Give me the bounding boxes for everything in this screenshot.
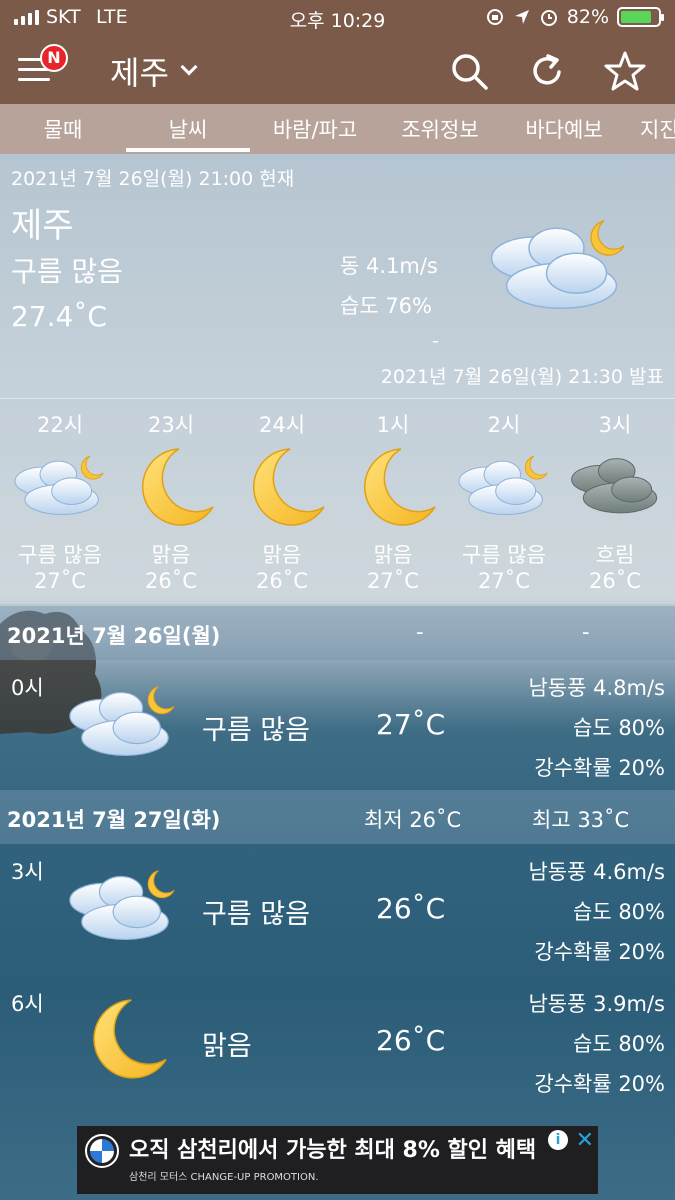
tab-tide[interactable]: 물때 [18, 114, 108, 144]
day-header: 2021년 7월 27일(화) 최저 26˚C 최고 33˚C [0, 790, 675, 844]
notification-badge[interactable]: N [40, 44, 68, 72]
current-datetime: 2021년 7월 26일(월) 21:00 현재 [11, 168, 295, 190]
hourly-temp: 27˚C [367, 569, 419, 593]
cloudy-night-icon [484, 212, 634, 322]
cloudy-night-icon [64, 864, 182, 950]
day-low: - [416, 620, 424, 644]
city-title: 제주 [110, 54, 169, 92]
current-wind: 동 4.1m/s [340, 254, 438, 278]
row-humidity: 습도 80% [573, 1032, 665, 1056]
app-header: N 제주 [0, 36, 675, 104]
row-precip: 강수확률 20% [534, 940, 665, 964]
tab-weather[interactable]: 날씨 [126, 114, 250, 144]
day-high: 최고 33˚C [532, 808, 630, 832]
hourly-hour: 23시 [147, 413, 195, 437]
row-humidity: 습도 80% [573, 716, 665, 740]
battery-icon [617, 7, 664, 27]
row-temp: 26˚C [376, 892, 446, 925]
ad-subtext: 삼천리 모터스 CHANGE-UP PROMOTION. [129, 1172, 319, 1183]
star-icon[interactable] [604, 50, 646, 92]
tab-bar: 물때 날씨 바람/파고 조위정보 바다예보 지진 [0, 104, 675, 154]
row-hour: 0시 [11, 676, 44, 700]
row-wind: 남동풍 3.9m/s [528, 992, 665, 1016]
row-condition: 맑음 [202, 1031, 252, 1062]
row-temp: 27˚C [376, 708, 446, 741]
brand-logo-icon [85, 1134, 119, 1168]
row-humidity: 습도 80% [573, 900, 665, 924]
hourly-hour: 24시 [258, 413, 306, 437]
day-date: 2021년 7월 27일(화) [7, 808, 221, 832]
tab-sea-forecast[interactable]: 바다예보 [514, 114, 614, 144]
search-icon[interactable] [448, 50, 490, 92]
row-condition: 구름 많음 [202, 899, 310, 930]
chevron-down-icon [180, 58, 198, 76]
tab-tide-info[interactable]: 조위정보 [390, 114, 490, 144]
row-precip: 강수확률 20% [534, 1072, 665, 1096]
hourly-temp: 27˚C [34, 569, 86, 593]
current-weather-panel: 2021년 7월 26일(월) 21:00 현재 제주 구름 많음 27.4˚C… [0, 154, 675, 398]
hourly-forecast[interactable]: 22시 구름 많음 27˚C 23시 맑음 26˚C 24시 맑음 26˚C 1… [0, 398, 675, 604]
hourly-temp: 26˚C [256, 569, 308, 593]
ad-info-button[interactable]: i [548, 1130, 568, 1150]
forecast-row: 6시 맑음 26˚C 남동풍 3.9m/s 습도 80% 강수확률 20% [0, 976, 675, 1106]
battery-percent: 82% [566, 6, 609, 28]
forecast-row: 3시 구름 많음 26˚C 남동풍 4.6m/s 습도 80% 강수확률 20% [0, 844, 675, 974]
hourly-hour: 3시 [598, 413, 632, 437]
active-tab-indicator [126, 148, 250, 152]
current-temperature: 27.4˚C [11, 300, 107, 333]
day-header: 2021년 7월 26일(월) - - [0, 606, 675, 660]
moon-icon [121, 445, 221, 529]
hourly-temp: 26˚C [145, 569, 197, 593]
hourly-hour: 2시 [487, 413, 521, 437]
cloudy-night-icon [10, 445, 110, 529]
location-icon [514, 10, 529, 24]
city-selector[interactable]: 제주 [110, 48, 198, 94]
tab-wind-wave[interactable]: 바람/파고 [262, 114, 368, 144]
ad-text: 오직 삼천리에서 가능한 최대 8% 할인 혜택 [129, 1138, 537, 1163]
row-temp: 26˚C [376, 1024, 446, 1057]
day-date: 2021년 7월 26일(월) [7, 624, 221, 648]
moon-icon [232, 445, 332, 529]
row-wind: 남동풍 4.6m/s [528, 860, 665, 884]
hourly-temp: 26˚C [589, 569, 641, 593]
overcast-icon [565, 445, 665, 529]
moon-icon [64, 996, 182, 1082]
hourly-condition: 흐림 [595, 543, 635, 567]
forecast-row: 0시 구름 많음 27˚C 남동풍 4.8m/s 습도 80% 강수확률 20% [0, 660, 675, 790]
row-wind: 남동풍 4.8m/s [528, 676, 665, 700]
hourly-hour: 1시 [376, 413, 410, 437]
status-bar: SKT LTE 오후 10:29 82% [0, 0, 675, 36]
row-precip: 강수확률 20% [534, 756, 665, 780]
refresh-icon[interactable] [526, 50, 568, 92]
cloudy-night-icon [64, 680, 182, 766]
moon-icon [343, 445, 443, 529]
day-low: 최저 26˚C [364, 808, 462, 832]
hourly-hour: 22시 [36, 413, 84, 437]
weather-content[interactable]: 2021년 7월 26일(월) 21:00 현재 제주 구름 많음 27.4˚C… [0, 154, 675, 1200]
current-extra: - [432, 330, 439, 352]
hourly-temp: 27˚C [478, 569, 530, 593]
ad-close-button[interactable]: ✕ [576, 1128, 594, 1153]
cloudy-night-icon [454, 445, 554, 529]
forecast-issued-time: 2021년 7월 26일(월) 21:30 발표 [380, 366, 664, 388]
row-condition: 구름 많음 [202, 715, 310, 746]
ad-banner[interactable]: 오직 삼천리에서 가능한 최대 8% 할인 혜택 삼천리 모터스 CHANGE-… [77, 1126, 598, 1194]
tab-earthquake[interactable]: 지진 [640, 114, 675, 144]
current-condition: 구름 많음 [11, 255, 123, 288]
row-hour: 3시 [11, 860, 44, 884]
row-hour: 6시 [11, 992, 44, 1016]
current-humidity: 습도 76% [340, 294, 432, 318]
alarm-icon [540, 10, 557, 26]
day-high: - [582, 620, 590, 644]
current-city: 제주 [11, 206, 74, 246]
orientation-lock-icon [486, 9, 503, 25]
